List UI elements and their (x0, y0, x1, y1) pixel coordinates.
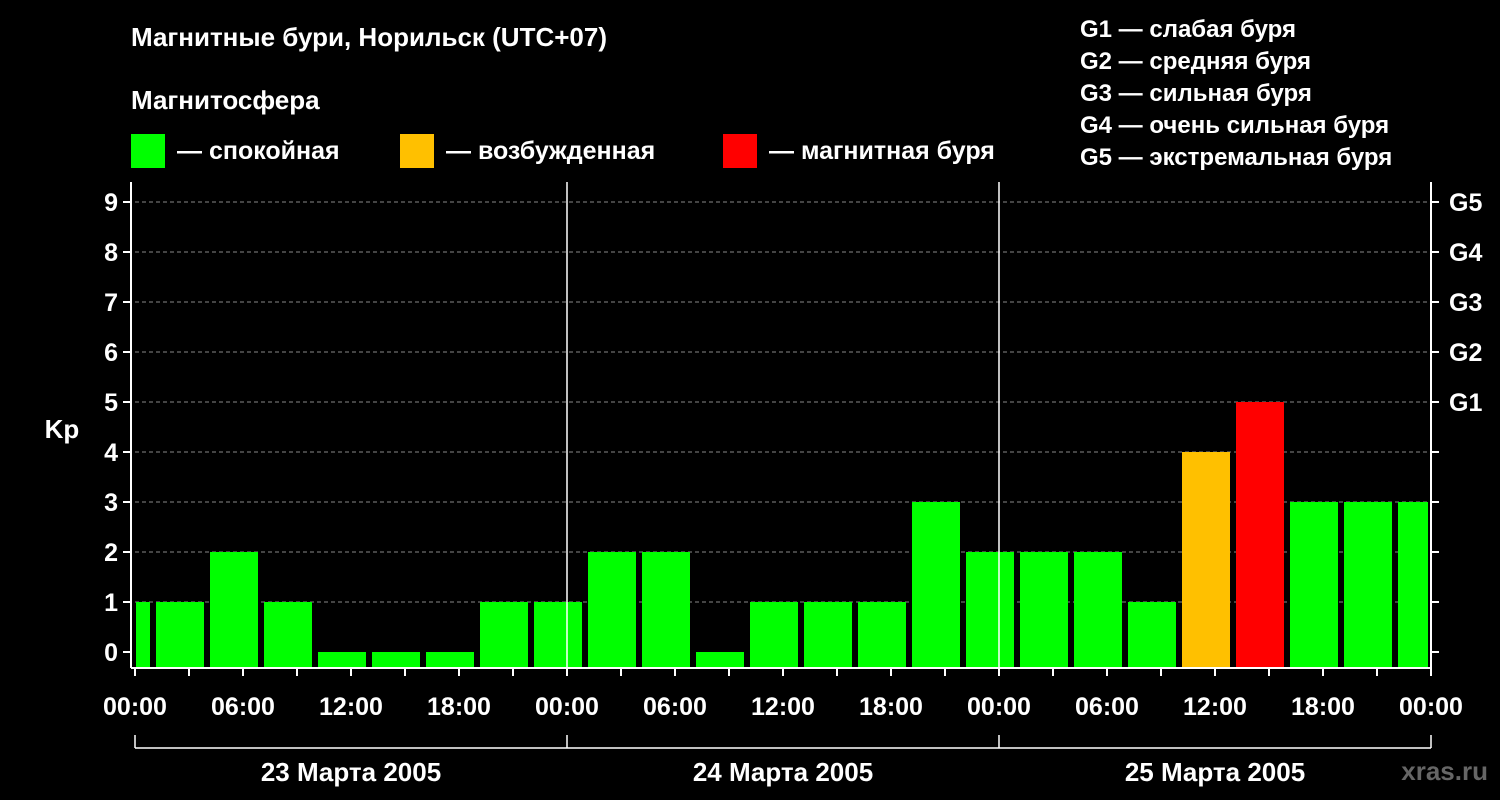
x-tick-label: 00:00 (1399, 693, 1463, 721)
kp-bar (912, 502, 960, 668)
kp-bar (156, 602, 204, 668)
kp-bar (1074, 552, 1122, 668)
kp-bar (426, 652, 474, 668)
x-tick-label: 12:00 (319, 693, 383, 721)
kp-bar (1182, 452, 1230, 668)
kp-bar (1398, 502, 1428, 668)
y-tick-label: 3 (104, 489, 118, 517)
y-tick-label: 9 (104, 189, 118, 217)
kp-bar (372, 652, 420, 668)
g-tick-label: G3 (1449, 289, 1482, 317)
y-tick-label: 8 (104, 239, 118, 267)
y-tick-label: 0 (104, 639, 118, 667)
watermark: xras.ru (1401, 756, 1488, 786)
kp-bar (1020, 552, 1068, 668)
kp-bar (1344, 502, 1392, 668)
kp-bar (588, 552, 636, 668)
kp-bar (534, 602, 582, 668)
kp-bar-chart: 0 1 2 3 4 5 6 7 8 9 G1 G2 G3 G4 G5 Kp 00:00 06:00 12:00 18:… (45, 182, 1482, 787)
kp-bar (210, 552, 258, 668)
y-axis-label: Kp (45, 414, 80, 444)
kp-bar (966, 552, 1014, 668)
y-tick-label: 6 (104, 339, 118, 367)
kp-bar (318, 652, 366, 668)
kp-bar (642, 552, 690, 668)
kp-bar (480, 602, 528, 668)
kp-bar (1290, 502, 1338, 668)
kp-bar (1128, 602, 1176, 668)
x-tick-label: 12:00 (751, 693, 815, 721)
x-tick-label: 06:00 (643, 693, 707, 721)
x-tick-label: 06:00 (1075, 693, 1139, 721)
kp-bar (804, 602, 852, 668)
x-tick-label: 18:00 (1291, 693, 1355, 721)
y-tick-label: 1 (104, 589, 118, 617)
x-tick-label: 18:00 (427, 693, 491, 721)
day-label: 23 Марта 2005 (261, 757, 441, 787)
day-label: 25 Марта 2005 (1125, 757, 1305, 787)
y-tick-label: 2 (104, 539, 118, 567)
kp-bar (136, 602, 150, 668)
kp-bar (858, 602, 906, 668)
x-tick-label: 12:00 (1183, 693, 1247, 721)
kp-bar (264, 602, 312, 668)
kp-bar (696, 652, 744, 668)
y-tick-label: 5 (104, 389, 118, 417)
g-tick-label: G2 (1449, 339, 1482, 367)
g-tick-label: G5 (1449, 189, 1482, 217)
g-tick-label: G1 (1449, 389, 1482, 417)
day-label: 24 Марта 2005 (693, 757, 873, 787)
g-tick-label: G4 (1449, 239, 1482, 267)
x-tick-label: 18:00 (859, 693, 923, 721)
x-tick-label: 00:00 (535, 693, 599, 721)
x-tick-label: 00:00 (103, 693, 167, 721)
y-tick-label: 7 (104, 289, 118, 317)
x-tick-label: 06:00 (211, 693, 275, 721)
y-tick-label: 4 (104, 439, 118, 467)
x-tick-label: 00:00 (967, 693, 1031, 721)
kp-bar (750, 602, 798, 668)
kp-bar (1236, 402, 1284, 668)
